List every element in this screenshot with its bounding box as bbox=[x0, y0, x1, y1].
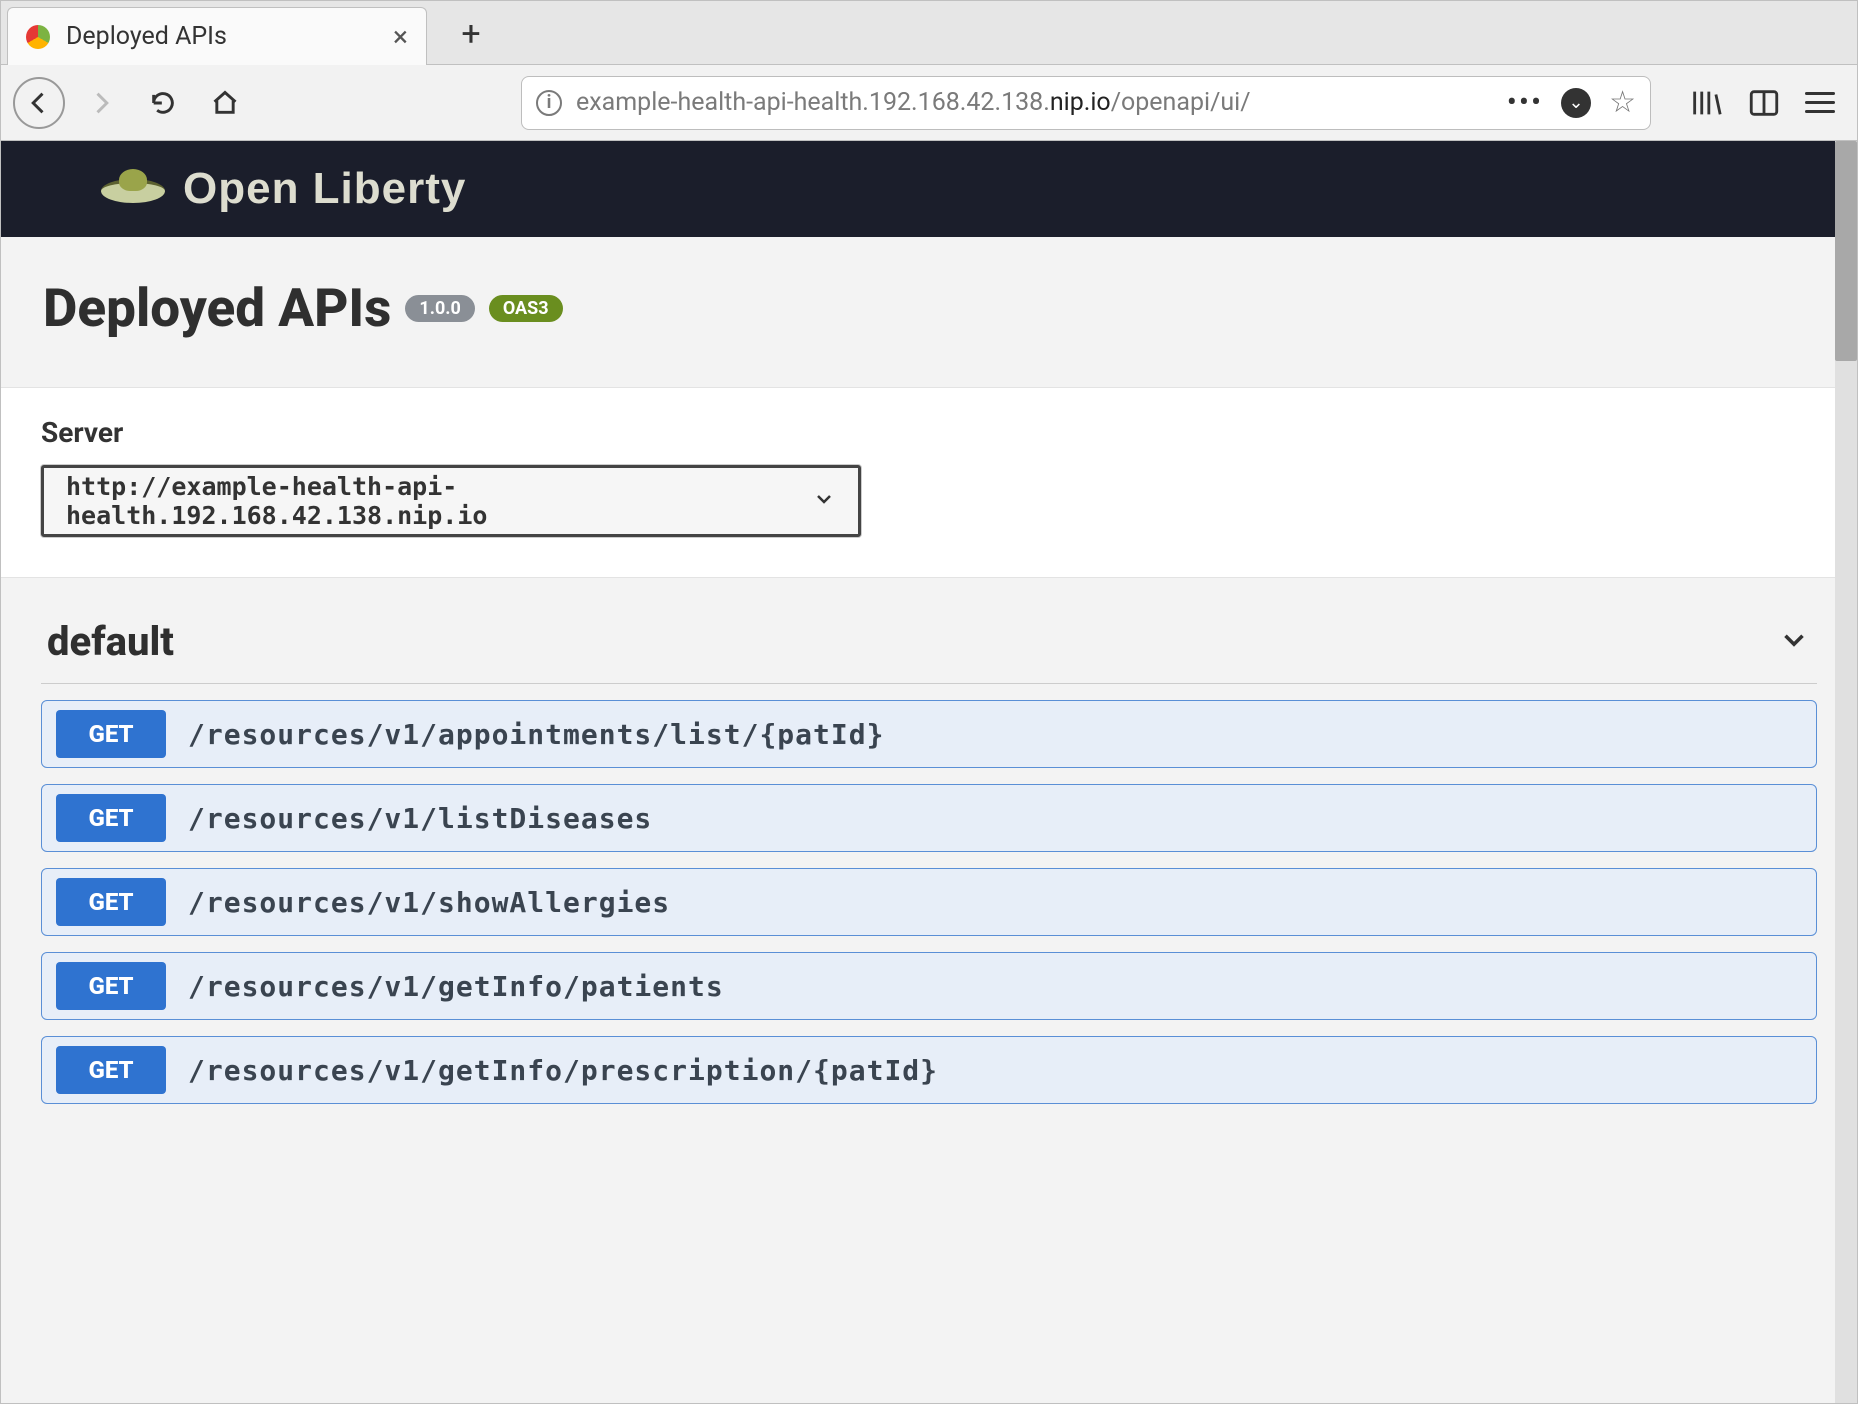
tags-section: default GET/resources/v1/appointments/li… bbox=[1, 578, 1857, 1144]
url-bar-actions: ••• ⌄ ☆ bbox=[1507, 85, 1636, 120]
scrollbar-thumb[interactable] bbox=[1835, 141, 1857, 361]
menu-hamburger-icon[interactable] bbox=[1805, 92, 1835, 113]
url-bar[interactable]: i example-health-api-health.192.168.42.1… bbox=[521, 76, 1651, 130]
home-icon bbox=[211, 89, 239, 117]
chevron-down-icon bbox=[812, 487, 836, 515]
tab-title: Deployed APIs bbox=[66, 22, 377, 51]
library-icon[interactable] bbox=[1689, 86, 1723, 120]
page-actions-icon[interactable]: ••• bbox=[1507, 85, 1543, 120]
url-path: /openapi/ui/ bbox=[1111, 88, 1251, 117]
page-title: Deployed APIs bbox=[43, 277, 391, 339]
open-liberty-brand-text: Open Liberty bbox=[183, 164, 466, 214]
url-host-bold: nip.io bbox=[1050, 88, 1111, 117]
new-tab-button[interactable]: + bbox=[451, 14, 491, 54]
tab-strip: Deployed APIs × + bbox=[1, 1, 1857, 65]
operation-row[interactable]: GET/resources/v1/getInfo/prescription/{p… bbox=[41, 1036, 1817, 1104]
site-info-icon[interactable]: i bbox=[536, 90, 562, 116]
open-liberty-logo[interactable]: Open Liberty bbox=[101, 164, 466, 214]
server-label: Server bbox=[41, 416, 1817, 449]
browser-toolbar: i example-health-api-health.192.168.42.1… bbox=[1, 65, 1857, 141]
http-method-badge: GET bbox=[56, 1046, 166, 1094]
swagger-info: Deployed APIs 1.0.0 OAS3 bbox=[1, 237, 1857, 387]
toolbar-right bbox=[1689, 86, 1845, 120]
operation-row[interactable]: GET/resources/v1/getInfo/patients bbox=[41, 952, 1817, 1020]
pocket-icon[interactable]: ⌄ bbox=[1561, 88, 1591, 118]
url-host-pre: example-health-api-health.192.168.42.138… bbox=[576, 88, 1050, 117]
open-liberty-header: Open Liberty bbox=[1, 141, 1857, 237]
nav-forward-button bbox=[75, 77, 127, 129]
ufo-icon bbox=[101, 169, 165, 209]
tab-favicon bbox=[26, 25, 50, 49]
tag-name: default bbox=[47, 618, 174, 665]
browser-tab[interactable]: Deployed APIs × bbox=[7, 7, 427, 65]
arrow-right-icon bbox=[87, 89, 115, 117]
operation-row[interactable]: GET/resources/v1/appointments/list/{patI… bbox=[41, 700, 1817, 768]
operation-path: /resources/v1/getInfo/prescription/{patI… bbox=[188, 1054, 938, 1087]
browser-window: Deployed APIs × + i example-health-api-h… bbox=[0, 0, 1858, 1404]
vertical-scrollbar[interactable] bbox=[1835, 141, 1857, 1403]
http-method-badge: GET bbox=[56, 794, 166, 842]
http-method-badge: GET bbox=[56, 710, 166, 758]
version-badge: 1.0.0 bbox=[405, 295, 474, 322]
sidebar-icon[interactable] bbox=[1747, 86, 1781, 120]
page-content: Open Liberty Deployed APIs 1.0.0 OAS3 Se… bbox=[1, 141, 1857, 1403]
operation-path: /resources/v1/appointments/list/{patId} bbox=[188, 718, 884, 751]
operation-path: /resources/v1/listDiseases bbox=[188, 802, 652, 835]
server-value: http://example-health-api-health.192.168… bbox=[66, 472, 812, 530]
server-select[interactable]: http://example-health-api-health.192.168… bbox=[41, 465, 861, 537]
reload-icon bbox=[149, 89, 177, 117]
tab-close-icon[interactable]: × bbox=[393, 23, 408, 51]
operation-path: /resources/v1/getInfo/patients bbox=[188, 970, 724, 1003]
api-title-row: Deployed APIs 1.0.0 OAS3 bbox=[43, 277, 1815, 339]
nav-back-button[interactable] bbox=[13, 77, 65, 129]
bookmark-star-icon[interactable]: ☆ bbox=[1609, 85, 1636, 120]
arrow-left-icon bbox=[25, 89, 53, 117]
nav-reload-button[interactable] bbox=[137, 77, 189, 129]
url-text: example-health-api-health.192.168.42.138… bbox=[576, 88, 1493, 117]
chevron-down-icon bbox=[1777, 623, 1811, 661]
tag-header[interactable]: default bbox=[41, 608, 1817, 684]
http-method-badge: GET bbox=[56, 962, 166, 1010]
oas-badge: OAS3 bbox=[489, 295, 563, 322]
server-section: Server http://example-health-api-health.… bbox=[1, 387, 1857, 578]
nav-home-button[interactable] bbox=[199, 77, 251, 129]
http-method-badge: GET bbox=[56, 878, 166, 926]
operation-path: /resources/v1/showAllergies bbox=[188, 886, 670, 919]
operation-row[interactable]: GET/resources/v1/listDiseases bbox=[41, 784, 1817, 852]
operation-row[interactable]: GET/resources/v1/showAllergies bbox=[41, 868, 1817, 936]
